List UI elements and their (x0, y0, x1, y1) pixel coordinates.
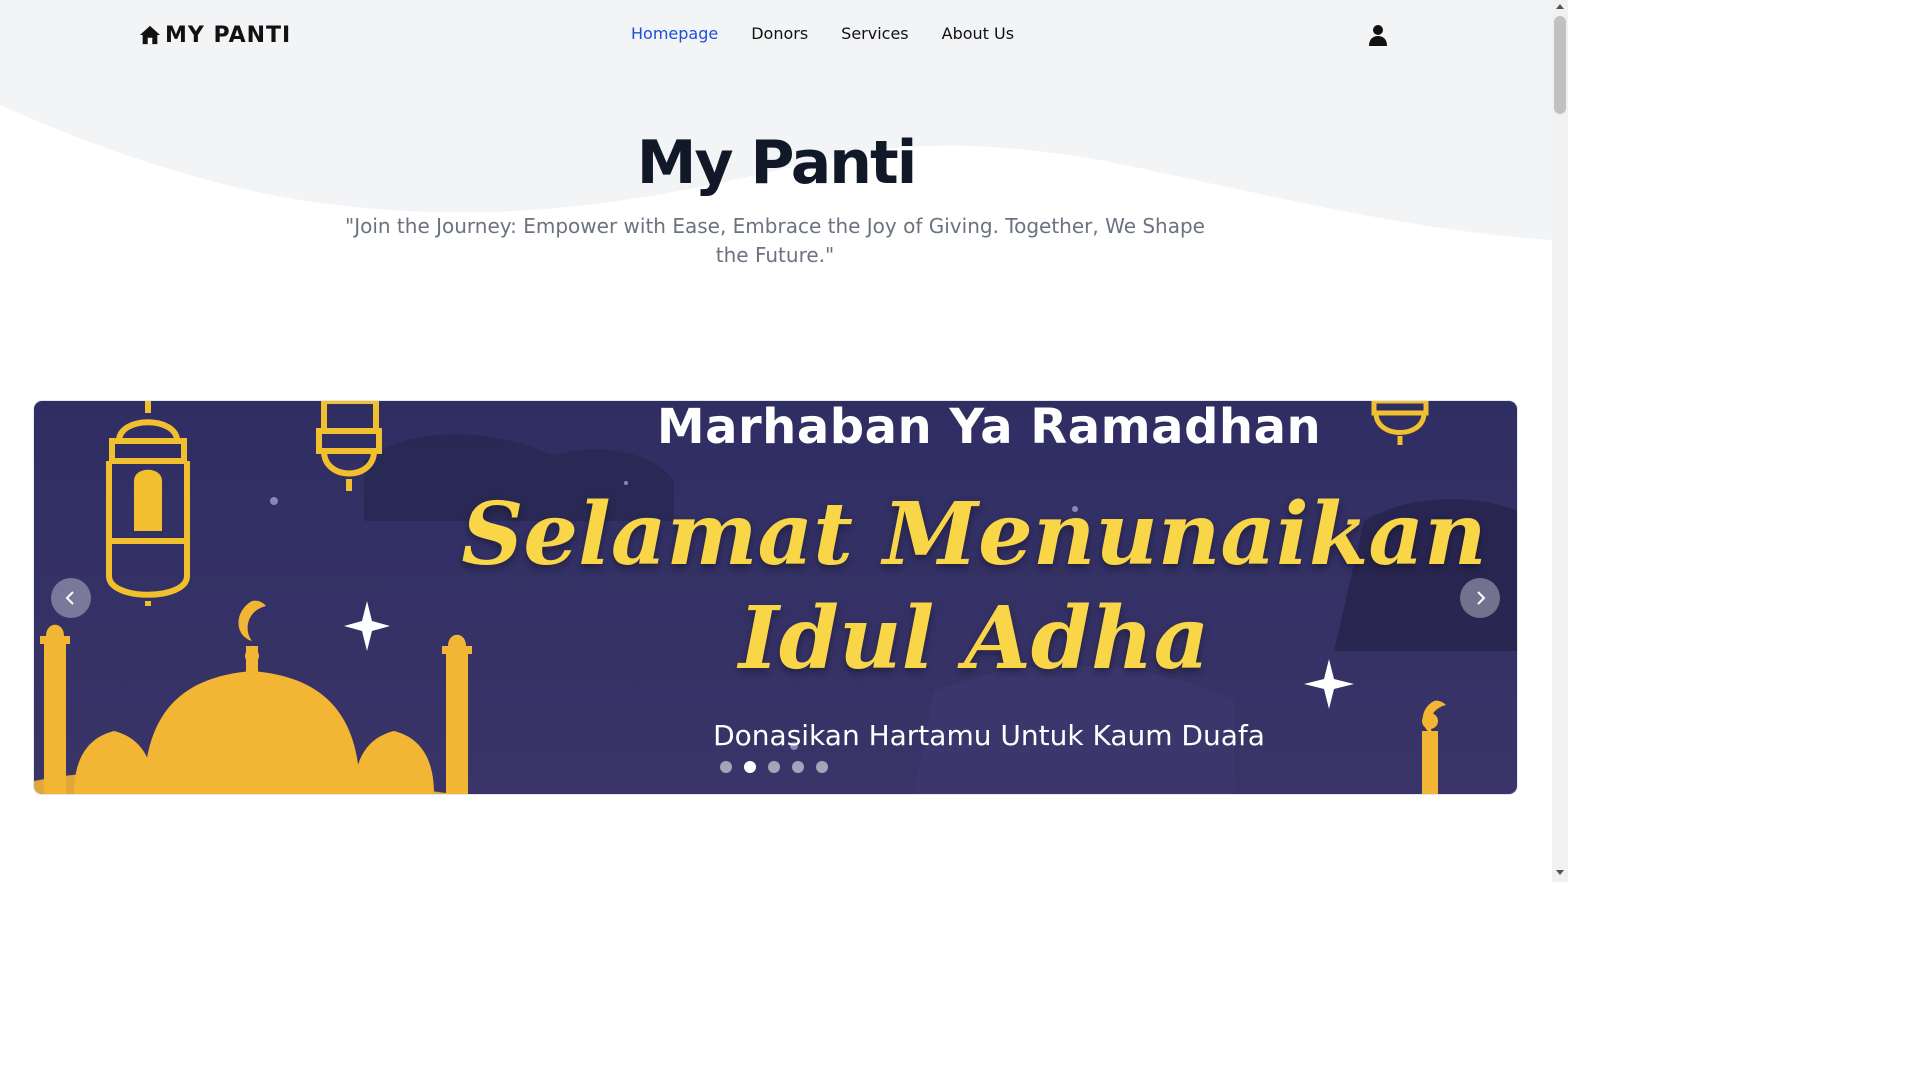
slide-main-text: Selamat Menunaikan Idul Adha (414, 483, 1517, 691)
home-icon (139, 25, 161, 45)
carousel-prev-button[interactable] (51, 578, 91, 618)
banner-carousel: Marhaban Ya Ramadhan Selamat Menunaikan … (34, 401, 1517, 794)
slide-caption: Donasikan Hartamu Untuk Kaum Duafa (713, 719, 1265, 752)
hero-subtitle: "Join the Journey: Empower with Ease, Em… (345, 214, 1205, 267)
chevron-right-icon (1477, 591, 1486, 605)
carousel-indicator-5[interactable] (816, 761, 828, 773)
scrollbar-thumb[interactable] (1554, 16, 1566, 114)
slide-heading: Marhaban Ya Ramadhan (656, 401, 1322, 455)
user-icon[interactable] (1366, 23, 1390, 47)
page-scrollbar[interactable] (1552, 0, 1568, 882)
carousel-indicator-2[interactable] (744, 761, 756, 773)
nav-item-services[interactable]: Services (841, 24, 908, 43)
carousel-indicators (720, 761, 828, 773)
carousel-next-button[interactable] (1460, 578, 1500, 618)
brand-logo[interactable]: MY PANTI (139, 22, 291, 48)
carousel-indicator-1[interactable] (720, 761, 732, 773)
chevron-left-icon (65, 591, 74, 605)
carousel-slide[interactable]: Marhaban Ya Ramadhan Selamat Menunaikan … (34, 401, 1517, 794)
scroll-up-arrow-icon[interactable] (1556, 4, 1564, 9)
brand-name: MY PANTI (165, 22, 292, 48)
slide-main-line-1: Selamat Menunaikan (461, 484, 1487, 585)
main-nav: Homepage Donors Services About Us (631, 24, 1014, 43)
scroll-down-arrow-icon[interactable] (1556, 870, 1564, 875)
page-title: My Panti (636, 128, 918, 198)
carousel-indicator-3[interactable] (768, 761, 780, 773)
slide-main-line-2: Idul Adha (738, 588, 1210, 689)
nav-item-donors[interactable]: Donors (751, 24, 808, 43)
navbar: MY PANTI Homepage Donors Services About … (0, 0, 1552, 70)
nav-item-about-us[interactable]: About Us (942, 24, 1014, 43)
carousel-indicator-4[interactable] (792, 761, 804, 773)
nav-item-homepage[interactable]: Homepage (631, 24, 718, 43)
